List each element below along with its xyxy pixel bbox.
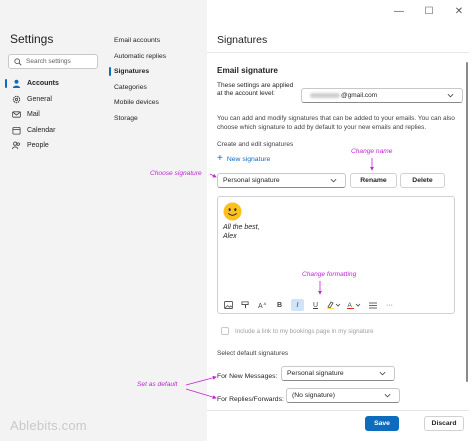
create-edit-label: Create and edit signatures — [217, 141, 294, 148]
people-icon — [12, 141, 21, 150]
font-color-icon[interactable]: A — [347, 299, 361, 311]
minimize-button[interactable]: — — [384, 0, 414, 22]
sidebar-item-accounts[interactable]: Accounts — [5, 76, 104, 92]
signature-dropdown[interactable]: Personal signature — [217, 173, 346, 188]
discard-button[interactable]: Discard — [424, 416, 464, 431]
signature-line-2: Alex — [223, 233, 237, 240]
accounts-subnav: Email accounts Automatic replies Signatu… — [108, 0, 207, 441]
save-button[interactable]: Save — [365, 416, 399, 431]
subnav-item-signatures[interactable]: Signatures — [108, 64, 204, 80]
svg-text:A: A — [263, 301, 266, 306]
sidebar-item-mail[interactable]: Mail — [8, 107, 104, 123]
annotation-choose-signature: Choose signature — [150, 170, 202, 177]
settings-title: Settings — [10, 32, 54, 46]
sidebar-item-label: Mail — [27, 111, 40, 119]
chevron-down-icon — [447, 93, 454, 98]
subnav-item-email-accounts[interactable]: Email accounts — [108, 33, 204, 49]
chevron-down-icon — [379, 371, 386, 376]
align-icon[interactable] — [367, 299, 378, 311]
insert-image-icon[interactable] — [223, 299, 234, 311]
new-messages-label: For New Messages: — [217, 373, 278, 380]
highlight-icon[interactable] — [327, 299, 341, 311]
calendar-icon — [12, 126, 21, 135]
gear-icon — [12, 95, 21, 104]
redacted-email — [310, 93, 340, 98]
new-messages-value: Personal signature — [287, 370, 344, 377]
header-divider — [207, 52, 469, 53]
sidebar-item-calendar[interactable]: Calendar — [8, 123, 104, 139]
search-icon — [14, 57, 22, 65]
annotation-change-formatting: Change formatting — [302, 271, 357, 278]
replies-label: For Replies/Forwards: — [217, 396, 284, 403]
bookings-checkbox-label: Include a link to my bookings page in my… — [235, 327, 374, 335]
smiling-face-emoji — [223, 202, 242, 221]
formatting-toolbar: AA B I U A ··· — [223, 299, 401, 311]
settings-sidebar: Settings Search settings Accounts Genera… — [0, 0, 108, 441]
sidebar-item-label: Calendar — [27, 126, 56, 134]
more-options-icon[interactable]: ··· — [384, 299, 395, 311]
rename-button[interactable]: Rename — [350, 173, 397, 188]
new-signature-button[interactable]: + New signature — [217, 153, 271, 164]
applied-text: These settings are applied at the accoun… — [217, 82, 294, 97]
section-title: Email signature — [217, 66, 278, 75]
bold-button[interactable]: B — [274, 299, 285, 311]
chevron-down-icon — [384, 393, 391, 398]
sidebar-item-label: General — [27, 95, 52, 103]
svg-text:A: A — [348, 302, 353, 309]
svg-text:A: A — [258, 303, 263, 309]
maximize-button[interactable]: ☐ — [414, 0, 444, 22]
plus-icon: + — [217, 153, 223, 164]
account-value: @gmail.com — [341, 92, 378, 99]
scrollbar-thumb[interactable] — [466, 62, 468, 382]
new-signature-label: New signature — [226, 155, 271, 163]
signature-line-1: All the best, — [223, 224, 260, 231]
sidebar-item-general[interactable]: General — [8, 92, 104, 108]
subnav-item-mobile-devices[interactable]: Mobile devices — [108, 95, 204, 111]
italic-button[interactable]: I — [291, 299, 304, 311]
sidebar-item-label: People — [27, 142, 49, 150]
sidebar-item-people[interactable]: People — [8, 138, 104, 154]
search-input[interactable]: Search settings — [8, 54, 98, 69]
brand-watermark: Ablebits.com — [10, 418, 87, 433]
footer-divider — [207, 410, 469, 411]
signatures-description: You can add and modify signatures that c… — [217, 115, 455, 132]
window-controls: — ☐ ✕ — [384, 0, 474, 22]
settings-nav: Accounts General Mail Calendar People — [5, 76, 104, 154]
subnav-item-automatic-replies[interactable]: Automatic replies — [108, 49, 204, 65]
new-messages-dropdown[interactable]: Personal signature — [281, 366, 395, 381]
scrollbar[interactable] — [465, 54, 469, 390]
bookings-checkbox[interactable] — [221, 327, 229, 335]
page-title: Signatures — [217, 34, 268, 46]
subnav-item-storage[interactable]: Storage — [108, 111, 204, 127]
subnav-item-categories[interactable]: Categories — [108, 80, 204, 96]
signature-selected: Personal signature — [223, 177, 280, 184]
font-size-icon[interactable]: AA — [257, 299, 268, 311]
default-signatures-title: Select default signatures — [217, 350, 289, 357]
annotation-change-name: Change name — [351, 148, 393, 155]
person-icon — [12, 79, 21, 89]
underline-button[interactable]: U — [310, 299, 321, 311]
replies-value: (No signature) — [292, 392, 336, 399]
account-dropdown[interactable]: @gmail.com — [301, 88, 463, 103]
mail-icon — [12, 110, 21, 119]
sidebar-item-label: Accounts — [27, 80, 59, 88]
bookings-checkbox-row: Include a link to my bookings page in my… — [221, 327, 374, 335]
format-painter-icon[interactable] — [240, 299, 251, 311]
chevron-down-icon — [330, 178, 337, 183]
search-placeholder: Search settings — [26, 58, 71, 65]
signature-editor[interactable]: All the best, Alex AA B I U A ··· — [217, 196, 455, 314]
signatures-pane: Signatures Email signature These setting… — [207, 22, 469, 441]
close-button[interactable]: ✕ — [444, 0, 474, 22]
delete-button[interactable]: Delete — [400, 173, 445, 188]
replies-dropdown[interactable]: (No signature) — [286, 388, 400, 403]
annotation-set-as-default: Set as default — [137, 381, 178, 388]
